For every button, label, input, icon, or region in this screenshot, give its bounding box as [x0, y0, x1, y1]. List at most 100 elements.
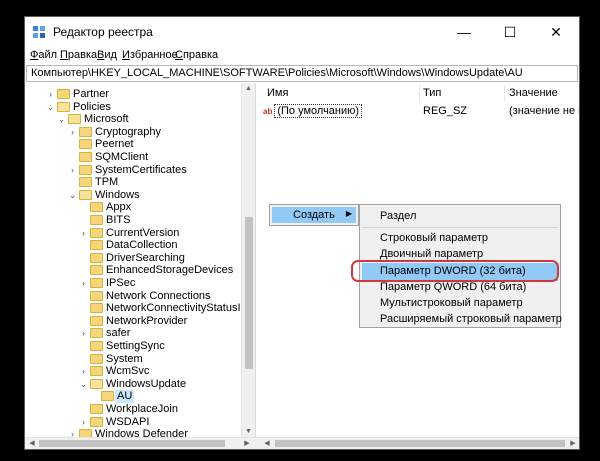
tree-node-label: DataCollection	[106, 239, 178, 252]
value-row[interactable]: ab (По умолчанию)	[263, 104, 363, 119]
folder-icon	[90, 315, 103, 326]
tree-node-label: Partner	[73, 88, 110, 100]
menu-view[interactable]: Вид	[97, 49, 117, 61]
folder-icon	[90, 215, 103, 225]
chevron-placeholder	[79, 201, 88, 214]
chevron-right-icon[interactable]: ›	[79, 227, 88, 240]
chevron-right-icon[interactable]: ›	[68, 428, 77, 437]
folder-icon	[68, 114, 81, 125]
chevron-placeholder	[79, 353, 88, 366]
tree-node-label: Cryptography	[95, 125, 162, 138]
column-header-type[interactable]: Тип	[423, 83, 441, 103]
tree-node-label: WindowsUpdate	[106, 377, 187, 390]
folder-icon	[79, 152, 92, 162]
values-h-scroll-thumb[interactable]	[275, 440, 565, 447]
tree-node-label: NetworkConnectivityStatusIndicator	[106, 302, 255, 315]
scroll-down-arrow-icon[interactable]: ▼	[242, 428, 255, 435]
tree-node-label: System	[106, 352, 143, 365]
chevron-placeholder	[79, 315, 88, 328]
close-button[interactable]: ✕	[533, 17, 579, 47]
menu-favorites[interactable]: Избранное	[122, 49, 178, 61]
chevron-right-icon[interactable]: ›	[46, 88, 55, 101]
folder-icon	[90, 341, 103, 351]
menu-file[interactable]: Файл	[30, 49, 57, 61]
chevron-placeholder	[68, 151, 77, 164]
tree-node-label: Appx	[106, 201, 132, 214]
chevron-placeholder	[90, 390, 99, 403]
string-value-icon: ab	[263, 107, 273, 116]
menu-edit[interactable]: Правка	[60, 49, 97, 61]
chevron-right-icon[interactable]: ›	[79, 327, 88, 340]
chevron-down-icon[interactable]: ⌄	[57, 113, 66, 126]
tree-node-label: SQMClient	[95, 151, 149, 163]
folder-icon	[90, 378, 103, 389]
folder-icon	[79, 164, 92, 175]
tree-node-label: SettingSync	[106, 340, 165, 352]
chevron-right-icon[interactable]: ›	[68, 126, 77, 139]
tree-node-label: WSDAPI	[106, 415, 150, 428]
scroll-right-arrow-icon[interactable]: ▶	[567, 438, 579, 449]
scroll-left-arrow-icon[interactable]: ◀	[261, 438, 273, 449]
tree-scroll-thumb[interactable]	[245, 217, 253, 369]
chevron-placeholder	[79, 214, 88, 227]
title-bar[interactable]: Редактор реестра — ☐ ✕	[25, 17, 579, 47]
chevron-placeholder	[79, 264, 88, 277]
chevron-placeholder	[79, 340, 88, 353]
minimize-button[interactable]: —	[441, 17, 487, 47]
scroll-right-arrow-icon[interactable]: ▶	[241, 438, 253, 449]
folder-icon	[79, 139, 92, 150]
tree-node-label: SystemCertificates	[95, 163, 187, 176]
tree-node-label: Policies	[73, 100, 111, 113]
address-bar[interactable]: Компьютер\HKEY_LOCAL_MACHINE\SOFTWARE\Po…	[26, 65, 578, 82]
tree-node-label: DriverSearching	[106, 251, 185, 264]
chevron-placeholder	[68, 176, 77, 189]
chevron-right-icon[interactable]: ›	[79, 277, 88, 290]
chevron-down-icon[interactable]: ⌄	[68, 189, 77, 202]
chevron-down-icon[interactable]: ⌄	[46, 101, 55, 114]
column-divider[interactable]	[419, 85, 420, 101]
tree-vertical-scrollbar[interactable]: ▲ ▼	[241, 83, 255, 437]
scroll-up-arrow-icon[interactable]: ▲	[242, 85, 255, 92]
tree-h-scroll-thumb[interactable]	[39, 440, 225, 447]
column-header-name[interactable]: Имя	[267, 83, 288, 103]
chevron-placeholder	[79, 239, 88, 252]
maximize-button[interactable]: ☐	[487, 17, 533, 47]
tree-node-label: TPM	[95, 176, 119, 189]
chevron-placeholder	[79, 252, 88, 265]
chevron-placeholder	[79, 290, 88, 303]
tree-node-label: BITS	[106, 214, 131, 226]
menu-item-key[interactable]: Раздел	[380, 210, 416, 222]
folder-icon	[90, 404, 103, 414]
tree-node-label: AU	[115, 390, 135, 404]
horizontal-scrollbar[interactable]: ◀ ▶ ◀ ▶	[25, 437, 579, 449]
menu-help[interactable]: Справка	[175, 49, 218, 61]
value-data: (значение не при	[509, 105, 579, 117]
value-name: (По умолчанию)	[274, 104, 363, 118]
chevron-right-icon[interactable]: ›	[79, 365, 88, 378]
tree-node-label: CurrentVersion	[106, 226, 180, 239]
tree-node-label: NetworkProvider	[106, 314, 188, 327]
chevron-down-icon[interactable]: ⌄	[79, 378, 88, 391]
value-type: REG_SZ	[423, 105, 468, 117]
folder-icon	[79, 429, 92, 437]
registry-tree[interactable]: › Partner ⌄ Policies ⌄ Microsoft › Cryptography…	[25, 83, 255, 437]
menu-item-expandable-string-value[interactable]: Расширяемый строковый параметр	[380, 313, 562, 325]
column-divider[interactable]	[504, 85, 505, 101]
scroll-left-arrow-icon[interactable]: ◀	[26, 438, 38, 449]
chevron-right-icon[interactable]: ›	[68, 164, 77, 177]
folder-icon	[90, 366, 103, 377]
registry-editor-icon	[33, 26, 45, 38]
tree-node-label: IPSec	[106, 277, 136, 289]
menu-item-string-value[interactable]: Строковый параметр	[380, 232, 488, 244]
folder-icon	[57, 101, 70, 112]
menu-item-multistring-value[interactable]: Мультистроковый параметр	[380, 297, 523, 309]
chevron-right-icon[interactable]: ›	[79, 416, 88, 429]
folder-icon	[79, 177, 92, 188]
menu-item-qword-value[interactable]: Параметр QWORD (64 бита)	[380, 281, 526, 293]
menu-item-binary-value[interactable]: Двоичный параметр	[380, 248, 483, 260]
folder-icon	[79, 126, 92, 137]
tree-node-label: Windows Defender	[95, 428, 188, 437]
column-header-value[interactable]: Значение	[509, 83, 558, 103]
folder-icon	[90, 353, 103, 364]
folder-icon	[101, 391, 114, 402]
